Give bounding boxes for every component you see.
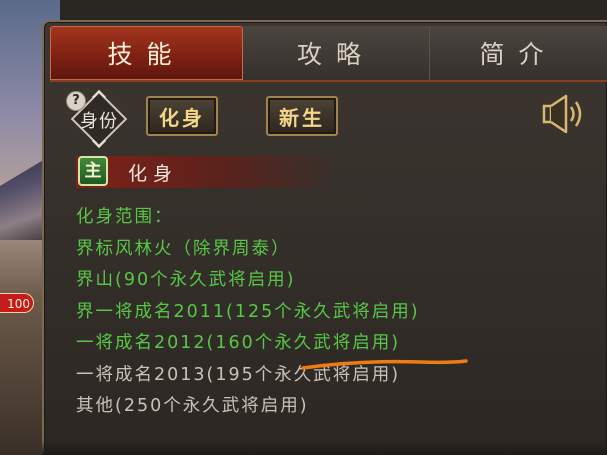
tab-guide[interactable]: 攻略 bbox=[243, 26, 430, 80]
skill-description: 化身范围： 界标风林火（除界周泰） 界山(90个永久武将启用) 界一将成名201… bbox=[76, 202, 596, 423]
skill-header-banner bbox=[76, 156, 336, 188]
identity-label: 身份 bbox=[80, 111, 118, 132]
sound-button[interactable] bbox=[540, 92, 588, 136]
lord-skill-badge: 主 bbox=[78, 156, 108, 186]
tab-skills[interactable]: 技能 bbox=[50, 26, 243, 80]
help-icon[interactable]: ? bbox=[66, 91, 86, 111]
description-line: 其他(250个永久武将启用) bbox=[76, 396, 309, 416]
tab-bar: 技能 攻略 简介 bbox=[50, 26, 607, 80]
panel-bottom-shade bbox=[42, 440, 607, 455]
tab-intro[interactable]: 简介 bbox=[430, 26, 607, 80]
background-count-badge: 100 bbox=[0, 293, 34, 313]
tab-underline bbox=[50, 80, 607, 82]
skill-name: 化身 bbox=[128, 163, 179, 185]
description-line: 化身范围： bbox=[76, 207, 174, 227]
new-life-button[interactable]: 新生 bbox=[266, 96, 338, 136]
description-line: 界一将成名2011(125个永久武将启用) bbox=[76, 301, 420, 322]
highlight-underline-stroke bbox=[301, 359, 468, 370]
description-line: 界山(90个永久武将启用) bbox=[76, 270, 296, 290]
description-line: 界标风林火（除界周泰） bbox=[76, 238, 291, 259]
identity-switcher[interactable]: 身份 ? bbox=[66, 89, 128, 149]
avatar-button[interactable]: 化身 bbox=[146, 96, 218, 136]
description-line: 一将成名2012(160个永久武将启用) bbox=[76, 333, 401, 353]
speaker-icon bbox=[542, 94, 582, 134]
